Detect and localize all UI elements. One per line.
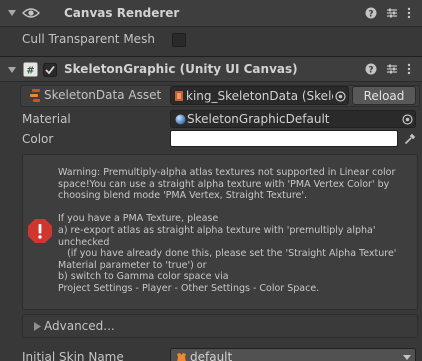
skeleton-data-label: SkeletonData Asset — [44, 88, 162, 102]
material-label: Material — [22, 112, 71, 126]
color-swatch[interactable] — [170, 130, 398, 147]
initial-skin-value: default — [190, 350, 233, 361]
eye-icon[interactable] — [22, 6, 40, 20]
canvas-renderer-header[interactable]: Canvas Renderer ? — [0, 0, 422, 27]
cull-transparent-mesh-checkbox[interactable] — [172, 33, 186, 47]
skeleton-data-value: king_SkeletonData (Skelet — [186, 89, 344, 103]
preset-icon[interactable] — [385, 62, 399, 76]
linear-color-warning-box: Warning: Premultiply-alpha atlas texture… — [22, 154, 418, 310]
initial-skin-dropdown[interactable]: default — [170, 348, 416, 361]
svg-text:#: # — [26, 66, 34, 77]
kebab-menu-icon[interactable] — [404, 6, 414, 20]
chevron-down-icon[interactable] — [401, 352, 413, 361]
skeleton-graphic-title: SkeletonGraphic (Unity UI Canvas) — [64, 62, 298, 76]
collapse-arrow-icon[interactable] — [6, 64, 18, 76]
skeleton-graphic-header[interactable]: # SkeletonGraphic (Unity UI Canvas) ? — [0, 56, 422, 82]
svg-text:?: ? — [368, 65, 373, 75]
help-icon[interactable]: ? — [364, 62, 378, 76]
material-field[interactable]: SkeletonGraphicDefault — [170, 110, 416, 128]
material-sphere-icon — [174, 113, 186, 126]
checkbox-icon[interactable] — [42, 62, 57, 77]
canvas-renderer-title: Canvas Renderer — [64, 6, 180, 20]
reload-button[interactable]: Reload — [352, 86, 416, 105]
spine-asset-icon — [173, 89, 185, 103]
advanced-label: Advanced... — [44, 319, 115, 333]
spine-asset-icon — [28, 88, 44, 104]
color-label: Color — [22, 132, 54, 146]
cull-transparent-mesh-label: Cull Transparent Mesh — [22, 32, 155, 46]
skin-icon — [175, 351, 187, 361]
skeleton-data-field[interactable]: king_SkeletonData (Skelet — [170, 86, 349, 105]
eyedropper-icon[interactable] — [402, 131, 418, 147]
advanced-foldout[interactable]: Advanced... — [22, 314, 418, 338]
object-picker-icon[interactable] — [333, 89, 347, 103]
initial-skin-label: Initial Skin Name — [22, 350, 124, 361]
preset-icon[interactable] — [385, 6, 399, 20]
foldout-arrow-icon[interactable] — [32, 321, 42, 331]
collapse-arrow-icon[interactable] — [6, 7, 18, 19]
help-icon[interactable]: ? — [364, 6, 378, 20]
script-icon: # — [23, 62, 38, 77]
object-picker-icon[interactable] — [401, 113, 414, 126]
kebab-menu-icon[interactable] — [404, 62, 414, 76]
material-value: SkeletonGraphicDefault — [187, 112, 330, 126]
svg-text:?: ? — [368, 9, 373, 19]
warning-message: Warning: Premultiply-alpha atlas texture… — [58, 167, 397, 294]
error-icon — [26, 217, 54, 245]
